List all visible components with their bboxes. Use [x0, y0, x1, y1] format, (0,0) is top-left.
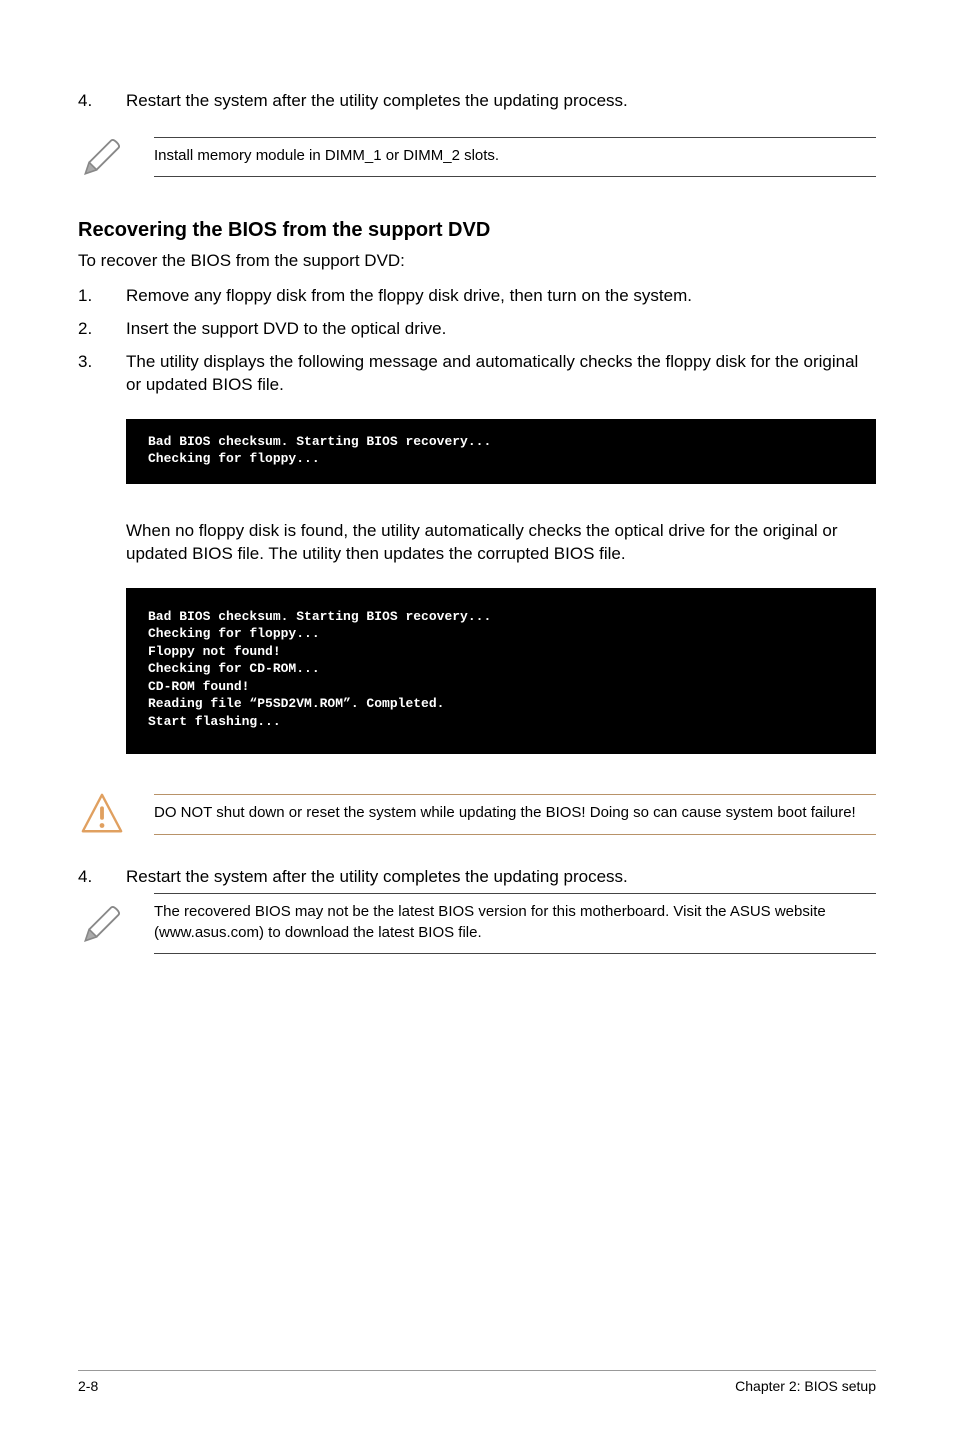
- step-3: 3. The utility displays the following me…: [78, 351, 876, 397]
- section-heading: Recovering the BIOS from the support DVD: [78, 217, 876, 244]
- warning-icon: [78, 790, 126, 838]
- step-number: 2.: [78, 318, 126, 341]
- step-2: 2. Insert the support DVD to the optical…: [78, 318, 876, 341]
- intro-paragraph: To recover the BIOS from the support DVD…: [78, 250, 876, 273]
- chapter-label: Chapter 2: BIOS setup: [735, 1377, 876, 1396]
- note-recovered-bios: The recovered BIOS may not be the latest…: [78, 893, 876, 954]
- pencil-icon: [78, 900, 126, 948]
- step-text: Restart the system after the utility com…: [126, 90, 876, 113]
- note-text: Install memory module in DIMM_1 or DIMM_…: [154, 137, 876, 177]
- page-number: 2-8: [78, 1377, 98, 1396]
- mid-paragraph: When no floppy disk is found, the utilit…: [126, 520, 876, 566]
- warning-block: DO NOT shut down or reset the system whi…: [78, 790, 876, 838]
- step-number: 3.: [78, 351, 126, 397]
- step-4-bottom: 4. Restart the system after the utility …: [78, 866, 876, 889]
- terminal-output-1: Bad BIOS checksum. Starting BIOS recover…: [126, 419, 876, 484]
- warning-text: DO NOT shut down or reset the system whi…: [154, 794, 876, 834]
- step-number: 4.: [78, 90, 126, 113]
- page-footer: 2-8 Chapter 2: BIOS setup: [78, 1370, 876, 1396]
- step-text: Restart the system after the utility com…: [126, 866, 876, 889]
- step-text: Insert the support DVD to the optical dr…: [126, 318, 876, 341]
- note-text: The recovered BIOS may not be the latest…: [154, 893, 876, 954]
- step-number: 4.: [78, 866, 126, 889]
- step-text: Remove any floppy disk from the floppy d…: [126, 285, 876, 308]
- ordered-list: 1. Remove any floppy disk from the flopp…: [78, 285, 876, 397]
- pencil-icon: [78, 133, 126, 181]
- step-1: 1. Remove any floppy disk from the flopp…: [78, 285, 876, 308]
- step-number: 1.: [78, 285, 126, 308]
- terminal-output-2: Bad BIOS checksum. Starting BIOS recover…: [126, 588, 876, 755]
- step-text: The utility displays the following messa…: [126, 351, 876, 397]
- note-memory-module: Install memory module in DIMM_1 or DIMM_…: [78, 133, 876, 181]
- step-4-top: 4. Restart the system after the utility …: [78, 90, 876, 113]
